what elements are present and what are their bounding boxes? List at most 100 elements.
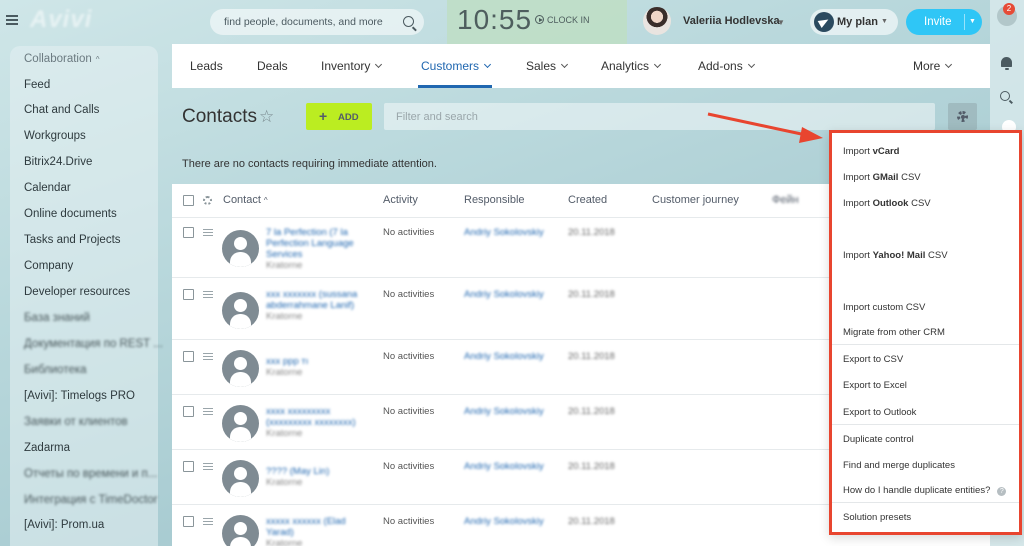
sidebar-item-calendar[interactable]: Calendar [24, 182, 71, 194]
contact-name-text: ???? (May Lin) [266, 466, 330, 477]
search-input[interactable]: find people, documents, and more [224, 16, 383, 28]
sidebar-item-online-documents[interactable]: Online documents [24, 208, 117, 220]
search-icon[interactable] [403, 16, 414, 27]
row-checkbox[interactable] [183, 461, 194, 472]
contact-name[interactable]: ххх ррр тı Kratorne [266, 356, 366, 378]
my-plan-button[interactable]: My plan ▼ [810, 9, 898, 35]
tab-add-ons[interactable]: Add-ons [698, 59, 755, 73]
responsible-cell[interactable]: Andriy Sokolovskiy [464, 461, 544, 472]
column-header-activity[interactable]: Activity [383, 194, 418, 206]
row-menu-icon[interactable] [203, 291, 213, 298]
menu-item-migrate-crm[interactable]: Migrate from other CRM [843, 327, 945, 338]
gear-icon[interactable] [203, 196, 212, 205]
menu-item-export-csv[interactable]: Export to CSV [843, 354, 903, 365]
row-checkbox[interactable] [183, 406, 194, 417]
row-checkbox[interactable] [183, 289, 194, 300]
column-header-created[interactable]: Created [568, 194, 607, 206]
row-menu-icon[interactable] [203, 463, 213, 470]
tab-deals[interactable]: Deals [257, 59, 288, 73]
sidebar-item-drive[interactable]: Bitrix24.Drive [24, 156, 92, 168]
sidebar-item-workgroups[interactable]: Workgroups [24, 130, 86, 142]
menu-item-text: Import [843, 250, 873, 261]
menu-item-import-yahoo[interactable]: Import Yahoo! Mail CSV [843, 250, 948, 261]
row-checkbox[interactable] [183, 516, 194, 527]
menu-item-solution-presets[interactable]: Solution presets [843, 512, 911, 523]
column-header-extra[interactable]: Фейн [772, 194, 799, 206]
sidebar-item-knowledge-base[interactable]: База знаний [24, 312, 90, 324]
menu-item-duplicate-control[interactable]: Duplicate control [843, 434, 914, 445]
chevron-down-icon[interactable]: ▼ [969, 18, 976, 25]
created-cell: 20.11.2018 [568, 351, 615, 362]
sidebar-section-label: Collaboration [24, 53, 92, 65]
tab-leads[interactable]: Leads [190, 59, 223, 73]
sidebar-item-prom[interactable]: [Avivi]: Prom.ua [24, 519, 104, 531]
responsible-cell[interactable]: Andriy Sokolovskiy [464, 516, 544, 527]
sidebar-item-feed[interactable]: Feed [24, 79, 50, 91]
menu-icon[interactable] [6, 15, 18, 25]
add-button[interactable]: + ADD [306, 103, 372, 130]
tab-sales[interactable]: Sales [526, 59, 569, 73]
responsible-cell[interactable]: Andriy Sokolovskiy [464, 289, 544, 300]
tab-more[interactable]: More [913, 59, 953, 73]
column-header-customer-journey[interactable]: Customer journey [652, 194, 739, 206]
activity-cell: No activities [383, 227, 435, 238]
menu-item-export-outlook[interactable]: Export to Outlook [843, 407, 916, 418]
global-search[interactable]: find people, documents, and more [210, 9, 424, 35]
select-all-checkbox[interactable] [183, 195, 194, 206]
sidebar-item-company[interactable]: Company [24, 260, 73, 272]
row-menu-icon[interactable] [203, 353, 213, 360]
column-header-responsible[interactable]: Responsible [464, 194, 525, 206]
bell-icon[interactable] [1001, 57, 1012, 70]
sidebar-item-developer[interactable]: Developer resources [24, 286, 130, 298]
sidebar-item-rest-docs[interactable]: Документация по REST ... [24, 338, 163, 350]
tab-inventory[interactable]: Inventory [321, 59, 383, 73]
tab-analytics[interactable]: Analytics [601, 59, 662, 73]
tab-customers[interactable]: Customers [421, 59, 492, 73]
row-menu-icon[interactable] [203, 518, 213, 525]
contact-name[interactable]: ххххх хххххх (Elad Yarad) Kratorne [266, 516, 366, 546]
user-name[interactable]: Valeriia Hodlevska [683, 15, 780, 27]
sidebar-item-library[interactable]: Библиотека [24, 364, 87, 376]
contact-name[interactable]: хххх ххххххххх (ххххххххх хххххххх) Krato… [266, 406, 366, 439]
contact-name[interactable]: ???? (May Lin) Kratorne [266, 466, 366, 488]
responsible-cell[interactable]: Andriy Sokolovskiy [464, 351, 544, 362]
menu-item-import-vcard[interactable]: Import vCard [843, 146, 900, 157]
chevron-down-icon [653, 60, 662, 69]
column-header-contact[interactable]: Contact ^ [223, 194, 268, 206]
responsible-cell[interactable]: Andriy Sokolovskiy [464, 227, 544, 238]
responsible-cell[interactable]: Andriy Sokolovskiy [464, 406, 544, 417]
question-icon[interactable]: ? [997, 487, 1007, 496]
menu-item-find-merge-duplicates[interactable]: Find and merge duplicates [843, 460, 955, 471]
sidebar-item-time-reports[interactable]: Отчеты по времени и п... [24, 468, 157, 480]
chevron-down-icon[interactable]: ▼ [777, 18, 785, 27]
row-checkbox[interactable] [183, 351, 194, 362]
search-icon[interactable] [1000, 91, 1010, 101]
work-clock[interactable]: 10:55 CLOCK IN [447, 0, 627, 44]
star-icon[interactable]: ☆ [259, 107, 274, 127]
sidebar-item-tasks[interactable]: Tasks and Projects [24, 234, 121, 246]
menu-item-import-gmail[interactable]: Import GMail CSV [843, 172, 921, 183]
menu-item-import-outlook[interactable]: Import Outlook CSV [843, 198, 931, 209]
sidebar-item-chat[interactable]: Chat and Calls [24, 104, 99, 116]
menu-item-import-custom-csv[interactable]: Import custom CSV [843, 302, 925, 313]
avatar[interactable] [643, 7, 671, 35]
sidebar-item-timedoctor[interactable]: Интеграция с TimeDoctor [24, 494, 158, 506]
row-checkbox[interactable] [183, 227, 194, 238]
sidebar-section-collaboration[interactable]: Collaboration ^ [24, 53, 100, 65]
menu-item-duplicate-help[interactable]: How do I handle duplicate entities?? [843, 485, 1007, 496]
sidebar-item-timelogs[interactable]: [Avivi]: Timelogs PRO [24, 390, 135, 402]
sidebar-item-zadarma[interactable]: Zadarma [24, 442, 70, 454]
filter-search-input[interactable]: Filter and search [384, 103, 935, 130]
logo[interactable]: Avivi [30, 6, 92, 34]
invite-button[interactable]: Invite ▼ [906, 9, 982, 35]
clock-in-button[interactable]: CLOCK IN [535, 15, 590, 25]
contact-company: Kratorne [266, 477, 303, 488]
contact-name[interactable]: 7 la Perfection (7 la Perfection Languag… [266, 227, 366, 271]
row-menu-icon[interactable] [203, 408, 213, 415]
rocket-icon [814, 12, 834, 32]
sidebar-item-client-requests[interactable]: Заявки от клиентов [24, 416, 128, 428]
row-menu-icon[interactable] [203, 229, 213, 236]
settings-button[interactable] [948, 103, 977, 130]
menu-item-export-excel[interactable]: Export to Excel [843, 380, 907, 391]
contact-name[interactable]: ххх ххххххх (sussana abderrahmane Lanif)… [266, 289, 366, 322]
